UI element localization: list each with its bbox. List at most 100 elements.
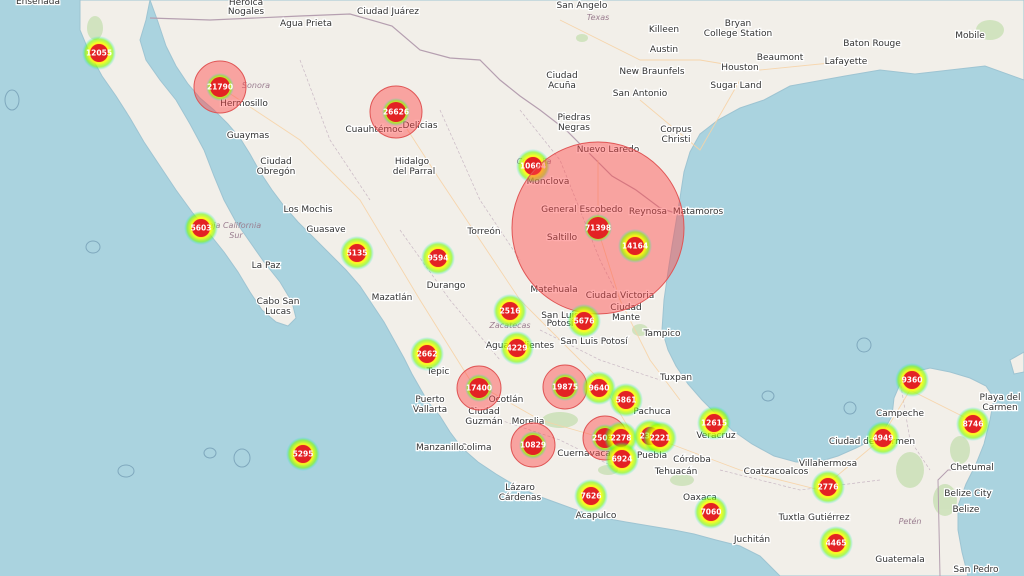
cluster-marker[interactable]: 2221 xyxy=(643,421,677,455)
cluster-count-label: 12615 xyxy=(701,419,727,428)
place-label: Negras xyxy=(558,123,590,133)
cluster-marker[interactable]: 2516 xyxy=(493,294,527,328)
place-label: Mante xyxy=(612,313,641,323)
cluster-marker[interactable]: 71398 xyxy=(511,141,685,315)
cluster-marker[interactable]: 4465 xyxy=(819,526,853,560)
place-label: Guasave xyxy=(306,225,346,235)
cluster-count-label: 4229 xyxy=(507,344,528,353)
place-label: Villahermosa xyxy=(799,459,857,469)
cluster-marker[interactable]: 10829 xyxy=(510,422,556,468)
cluster-count-label: 71398 xyxy=(585,224,611,233)
cluster-count-label: 5603 xyxy=(191,224,212,233)
cluster-count-label: 6924 xyxy=(612,455,633,464)
place-label: Mobile xyxy=(955,31,985,41)
place-label: Belize City xyxy=(944,489,992,499)
cluster-count-label: 4465 xyxy=(826,539,847,548)
place-label: Piedras xyxy=(558,113,591,123)
place-label: Ciudad Juárez xyxy=(357,7,419,17)
place-label: Manzanillo xyxy=(416,443,464,453)
cluster-marker[interactable]: 6924 xyxy=(605,442,639,476)
place-label: Baton Rouge xyxy=(843,39,901,49)
cluster-marker[interactable]: 17400 xyxy=(456,365,502,411)
place-label: Vallarta xyxy=(413,405,447,415)
place-label: Tehuacán xyxy=(654,467,698,477)
cluster-count-label: 10829 xyxy=(520,441,546,450)
cluster-count-label: 9594 xyxy=(428,254,449,263)
cluster-marker[interactable]: 5676 xyxy=(567,304,601,338)
place-label: Bryan xyxy=(725,19,751,29)
cluster-count-label: 5861 xyxy=(616,396,637,405)
cluster-marker[interactable]: 5135 xyxy=(340,236,374,270)
place-label: Lucas xyxy=(265,307,291,317)
place-label: Chetumal xyxy=(950,463,994,473)
place-label: del Parral xyxy=(393,167,435,177)
place-label: Tuxpan xyxy=(659,373,692,383)
place-label: Cabo San xyxy=(257,297,300,307)
cluster-marker[interactable]: 4949 xyxy=(866,421,900,455)
cluster-count-label: 19875 xyxy=(552,383,578,392)
place-label: Tampico xyxy=(643,329,681,339)
place-label: Beaumont xyxy=(757,53,804,63)
place-label: New Braunfels xyxy=(619,67,684,77)
cluster-count-label: 5295 xyxy=(293,450,314,459)
place-label: Mazatlán xyxy=(372,293,413,303)
cluster-marker[interactable]: 7626 xyxy=(574,479,608,513)
cluster-marker[interactable]: 8746 xyxy=(956,407,990,441)
place-label: Torreón xyxy=(466,226,500,237)
place-label: Guzmán xyxy=(465,417,502,427)
cluster-marker[interactable]: 14164 xyxy=(618,229,652,263)
cluster-marker[interactable]: 9594 xyxy=(421,241,455,275)
cluster-count-label: 8746 xyxy=(963,420,984,429)
place-label: Obregón xyxy=(257,166,296,177)
place-label: Playa del xyxy=(980,393,1021,403)
place-label: Sur xyxy=(229,231,243,240)
place-label: Hidalgo xyxy=(395,157,430,167)
cluster-count-label: 4949 xyxy=(873,434,894,443)
map-canvas[interactable]: Ensenada HeroicaNogalesAgua PrietaCiudad … xyxy=(0,0,1024,576)
place-label: San Angelo xyxy=(557,1,608,11)
map-viewport[interactable]: Ensenada Heroica Nogales Agua Prieta Ciudad … xyxy=(0,0,1024,576)
cluster-marker[interactable]: 19875 xyxy=(542,364,588,410)
cluster-count-label: 14164 xyxy=(622,242,648,251)
place-label: Durango xyxy=(427,281,466,291)
cluster-marker[interactable]: 12055 xyxy=(82,36,116,70)
place-label: Killeen xyxy=(649,25,679,35)
cluster-marker[interactable]: 4229 xyxy=(500,331,534,365)
cluster-marker[interactable]: 2662 xyxy=(410,337,444,371)
cluster-marker[interactable]: 12615 xyxy=(697,406,731,440)
cluster-count-label: 7626 xyxy=(581,492,602,501)
place-label: Corpus xyxy=(660,125,692,135)
place-label: Colima xyxy=(460,443,491,453)
cluster-marker[interactable]: 5861 xyxy=(609,383,643,417)
place-label: Houston xyxy=(721,63,758,73)
cluster-count-label: 2278 xyxy=(611,434,632,443)
place-label: Córdoba xyxy=(673,454,711,465)
place-label: Austin xyxy=(650,45,678,55)
cluster-marker[interactable]: 5295 xyxy=(286,437,320,471)
place-label: Cárdenas xyxy=(499,493,542,503)
place-label: Acuña xyxy=(548,81,576,91)
place-label: Guaymas xyxy=(227,131,270,141)
cluster-marker[interactable]: 21790 xyxy=(193,60,247,114)
cluster-marker[interactable]: 5603 xyxy=(184,211,218,245)
cluster-marker[interactable]: 9360 xyxy=(895,363,929,397)
cluster-count-label: 9640 xyxy=(589,384,610,393)
place-label: Petén xyxy=(899,516,922,526)
cluster-marker[interactable]: 26626 xyxy=(369,85,423,139)
cluster-marker[interactable]: 7060 xyxy=(694,495,728,529)
place-label: Los Mochis xyxy=(283,205,332,215)
place-label: Lafayette xyxy=(825,57,868,67)
place-label: Texas xyxy=(587,13,610,22)
place-label: San Luis Potosí xyxy=(560,337,628,347)
cluster-count-label: 17400 xyxy=(466,384,492,393)
place-label: Puerto xyxy=(415,395,445,405)
cluster-count-label: 26626 xyxy=(383,108,409,117)
cluster-count-label: 2516 xyxy=(500,307,521,316)
place-label: Lázaro xyxy=(505,483,535,493)
place-label: Ciudad xyxy=(260,157,291,167)
cluster-marker[interactable]: 2776 xyxy=(811,470,845,504)
place-label: La Paz xyxy=(252,261,281,271)
cluster-count-label: 12055 xyxy=(86,49,112,58)
place-label: Campeche xyxy=(876,409,924,419)
cluster-count-label: 2662 xyxy=(417,350,438,359)
